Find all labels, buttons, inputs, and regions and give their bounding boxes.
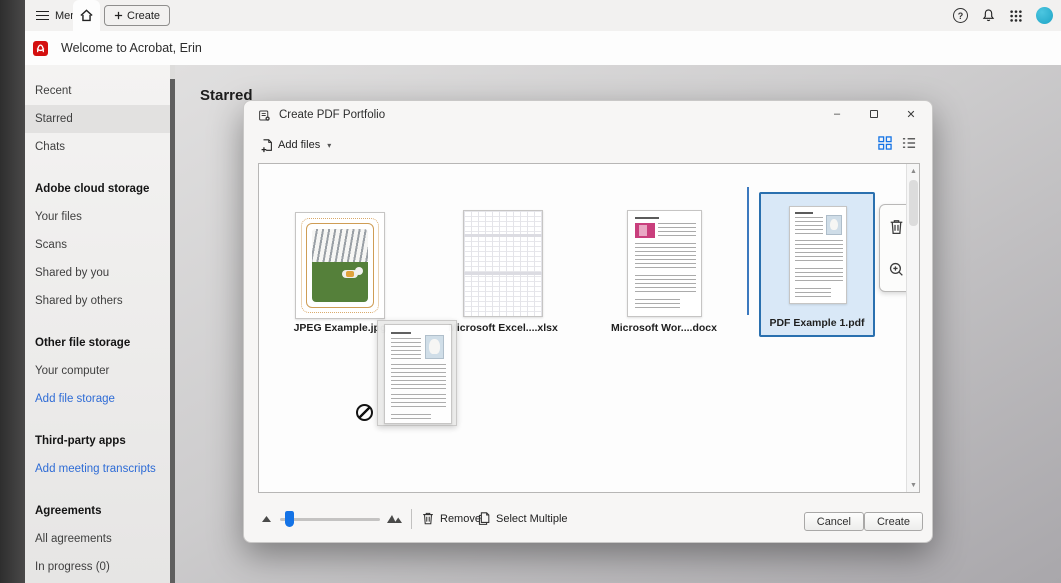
view-toggles [877,135,916,150]
create-tab-label: Create [127,10,160,22]
dialog-title: Create PDF Portfolio [279,109,385,121]
footer-divider [411,509,412,529]
file-thumbnail-word[interactable] [627,210,702,317]
sidebar-item-starred[interactable]: Starred [25,105,170,133]
dog-figure [340,267,362,280]
portfolio-icon [258,109,271,122]
sidebar-item-shared-by-others[interactable]: Shared by others [25,287,170,315]
grid-view-icon[interactable] [877,135,892,150]
sidebar-item-add-meeting-transcripts[interactable]: Add meeting transcripts [25,455,170,483]
sidebar-section-other-file-storage: Other file storage [25,329,170,357]
add-file-icon [260,138,274,153]
close-icon[interactable]: ✕ [904,107,918,121]
acrobat-logo-icon [33,41,48,56]
home-icon [79,8,94,23]
drop-indicator-line [747,187,749,315]
not-allowed-cursor-icon [356,404,373,421]
sidebar-item-your-computer[interactable]: Your computer [25,357,170,385]
sidebar-section-adobe-cloud-storage: Adobe cloud storage [25,175,170,203]
sidebar-item-chats[interactable]: Chats [25,133,170,161]
file-name-pdf: PDF Example 1.pdf [761,317,873,329]
top-toolbar: Menu Create ? [25,0,1061,31]
zoom-preview-icon[interactable] [888,261,905,278]
files-scrollbar[interactable]: ▲ ▼ [906,164,919,492]
plus-icon [114,11,123,20]
sidebar-item-add-file-storage[interactable]: Add file storage [25,385,170,413]
scroll-up-icon[interactable]: ▲ [907,164,920,178]
dog-photo [312,229,368,302]
file-thumbnail-excel[interactable] [463,210,543,317]
sidebar-scrollbar[interactable] [170,65,175,583]
portfolio-files-area: JPEG Example.jpg Microsoft Excel....xlsx… [258,163,920,493]
dialog-titlebar: Create PDF Portfolio – ✕ [244,101,932,129]
user-avatar[interactable] [1036,7,1053,24]
file-thumbnail-pdf [789,206,847,304]
list-view-icon[interactable] [901,135,916,150]
sidebar-section-third-party-apps: Third-party apps [25,427,170,455]
file-name-excel: Microsoft Excel....xlsx [440,322,566,334]
hamburger-icon [36,11,49,20]
sidebar-item-recent[interactable]: Recent [25,77,170,105]
page-title: Welcome to Acrobat, Erin [61,41,202,55]
zoom-in-icon[interactable] [386,511,403,524]
files-scrollbar-thumb[interactable] [909,180,918,226]
sidebar-item-scans[interactable]: Scans [25,231,170,259]
minimize-icon[interactable]: – [830,107,844,121]
remove-button[interactable]: Remove [421,511,481,526]
help-icon[interactable]: ? [953,8,968,23]
pdf-embedded-image [826,215,842,235]
maximize-icon[interactable] [867,107,881,121]
sidebar-scrollbar-thumb[interactable] [170,79,175,583]
zoom-out-icon[interactable] [261,514,272,523]
delete-file-icon[interactable] [888,218,905,236]
sidebar-item-all-agreements[interactable]: All agreements [25,525,170,553]
sidebar-item-in-progress[interactable]: In progress (0) [25,553,170,581]
maximize-glyph [870,110,878,118]
sidebar: Recent Starred Chats Adobe cloud storage… [25,65,170,583]
create-label: Create [877,516,910,528]
create-pdf-portfolio-dialog: Create PDF Portfolio – ✕ Add files ▾ [243,100,933,543]
topbar-right-icons: ? [953,0,1053,31]
thumbnail-zoom-slider-track[interactable] [280,518,380,521]
word-embedded-image [635,223,655,238]
fence-background [312,229,368,262]
notifications-bell-icon[interactable] [981,8,996,23]
sidebar-item-your-files[interactable]: Your files [25,203,170,231]
sidebar-item-shared-by-you[interactable]: Shared by you [25,259,170,287]
dragged-file-thumbnail [384,324,452,424]
cancel-label: Cancel [817,516,851,528]
add-files-label: Add files [278,139,320,151]
dialog-footer: Remove Select Multiple Cancel Create [244,492,932,542]
app-launcher-grid-icon[interactable] [1009,9,1023,23]
file-card-pdf-selected[interactable]: PDF Example 1.pdf [759,192,875,337]
cancel-button[interactable]: Cancel [804,512,864,531]
add-files-button[interactable]: Add files ▾ [256,133,335,157]
select-multiple-button[interactable]: Select Multiple [477,511,568,526]
dragged-file-ghost[interactable] [377,320,457,426]
acrobat-window: Menu Create ? [0,0,1061,583]
create-button[interactable]: Create [864,512,923,531]
welcome-header: Welcome to Acrobat, Erin [25,31,1061,65]
create-tab-button[interactable]: Create [104,5,170,26]
tab-home[interactable] [73,0,100,31]
thumbnail-zoom-slider-handle[interactable] [285,511,294,527]
file-name-word: Microsoft Wor....docx [601,322,727,334]
sidebar-section-agreements: Agreements [25,497,170,525]
caret-down-icon: ▾ [327,141,331,150]
remove-label: Remove [440,513,481,525]
window-edge [0,0,25,583]
scroll-down-icon[interactable]: ▼ [907,478,920,492]
select-multiple-label: Select Multiple [496,513,568,525]
window-controls: – ✕ [830,107,918,121]
file-thumbnail-jpeg[interactable] [295,212,385,319]
